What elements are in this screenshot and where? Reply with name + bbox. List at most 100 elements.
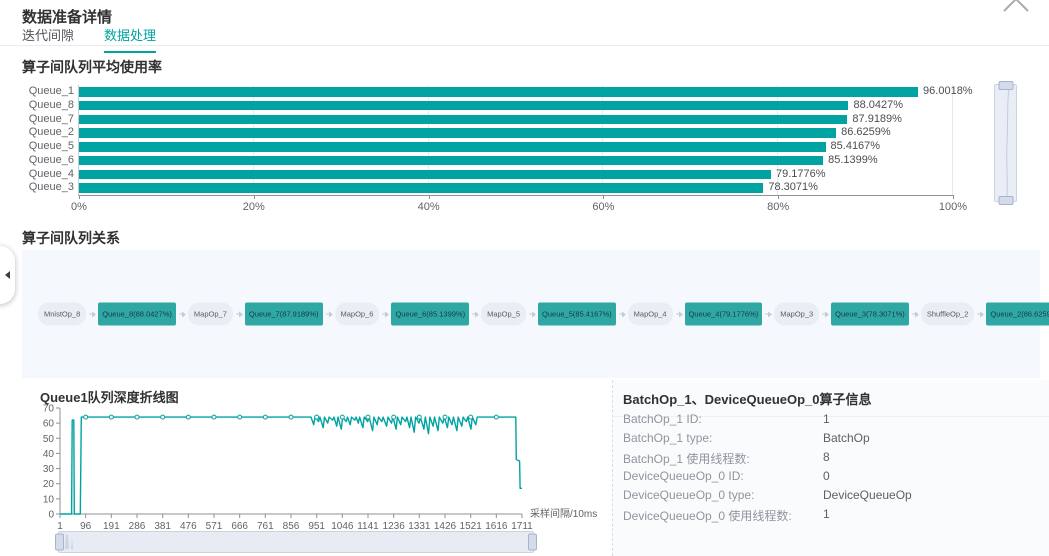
info-value: 1 xyxy=(823,412,830,426)
pipeline-node-mapop_4[interactable]: MapOp_4 xyxy=(628,303,673,326)
zoom-slider-right-handle[interactable] xyxy=(528,534,537,551)
tab-iteration-gap[interactable]: 迭代间隙 xyxy=(22,25,74,53)
flow-arrow-icon xyxy=(912,314,918,315)
queue-depth-line-chart[interactable]: 0102030405060701961912863814765716667618… xyxy=(36,402,621,537)
info-label: DeviceQueueOp_0 type: xyxy=(623,488,754,502)
pipeline-node-mapop_3[interactable]: MapOp_3 xyxy=(774,303,819,326)
bar-value-label: 86.6259% xyxy=(841,126,891,140)
info-value: DeviceQueueOp xyxy=(823,488,912,502)
flow-arrow-icon xyxy=(676,314,682,315)
zoom-slider-top-handle[interactable] xyxy=(998,81,1013,90)
flow-arrow-icon xyxy=(765,314,771,315)
x-axis-tick-label: 20% xyxy=(243,201,265,213)
x-axis-tick xyxy=(953,195,954,199)
bar-value-label: 85.1399% xyxy=(828,154,878,168)
svg-text:60: 60 xyxy=(43,419,55,430)
x-axis-tick-label: 40% xyxy=(418,201,440,213)
x-axis-tick-label: 100% xyxy=(939,201,967,213)
x-axis-tick-label: 80% xyxy=(767,201,789,213)
flow-arrow-icon xyxy=(977,314,983,315)
tab-bar: 迭代间隙 数据处理 xyxy=(22,25,156,53)
info-row: DeviceQueueOp_0 使用线程数: 1 xyxy=(613,507,1049,526)
pipeline-node-mapop_5[interactable]: MapOp_5 xyxy=(481,303,526,326)
queue-usage-bar-chart: Queue_1Queue_8Queue_7Queue_2Queue_5Queue… xyxy=(22,85,952,215)
x-axis-tick xyxy=(429,195,430,199)
usage-bar-queue_7[interactable] xyxy=(79,115,847,125)
operator-info-panel: BatchOp_1、DeviceQueueOp_0算子信息 BatchOp_1 … xyxy=(613,380,1049,556)
bar-value-label: 79.1776% xyxy=(776,168,826,182)
bar-value-label: 85.4167% xyxy=(831,140,881,154)
tab-data-processing[interactable]: 数据处理 xyxy=(104,25,156,53)
pipeline-node-queue_7[interactable]: Queue_7(87.9189%) xyxy=(245,303,323,326)
bar-category-label: Queue_8 xyxy=(22,99,74,113)
pipeline-node-queue_3[interactable]: Queue_3(78.3071%) xyxy=(831,303,909,326)
info-label: BatchOp_1 type: xyxy=(623,431,712,445)
pipeline-node-queue_4[interactable]: Queue_4(79.1776%) xyxy=(685,303,763,326)
tabs-divider xyxy=(0,45,1049,46)
info-label: DeviceQueueOp_0 使用线程数: xyxy=(623,507,792,524)
page-title: 数据准备详情 xyxy=(22,6,112,27)
collapse-panel-handle[interactable] xyxy=(0,246,15,304)
pipeline-node-mnistop_8[interactable]: MnistOp_8 xyxy=(38,303,86,326)
svg-text:30: 30 xyxy=(43,464,55,475)
x-axis-tick-label: 60% xyxy=(592,201,614,213)
bar-category-label: Queue_2 xyxy=(22,126,74,140)
pipeline-node-queue_8[interactable]: Queue_8(88.0427%) xyxy=(98,303,176,326)
info-row: BatchOp_1 type:BatchOp xyxy=(613,431,1049,450)
chevron-up-icon[interactable] xyxy=(1003,0,1029,17)
flow-arrow-icon xyxy=(822,314,828,315)
zoom-slider-left-handle[interactable] xyxy=(55,534,64,551)
x-axis-tick xyxy=(778,195,779,199)
usage-bar-queue_5[interactable] xyxy=(79,142,826,152)
pipeline-node-queue_5[interactable]: Queue_5(85.4167%) xyxy=(538,303,616,326)
info-row: DeviceQueueOp_0 type: DeviceQueueOp xyxy=(613,488,1049,507)
pipeline-graph: MnistOp_8 Queue_8(88.0427%) MapOp_7 Queue_7… xyxy=(38,303,1028,326)
usage-bar-queue_1[interactable] xyxy=(79,87,918,97)
pipeline-node-queue_2[interactable]: Queue_2(86.6259%) xyxy=(986,303,1049,326)
flow-arrow-icon xyxy=(619,314,625,315)
gridline xyxy=(952,85,953,195)
svg-text:50: 50 xyxy=(43,434,55,445)
info-value: 1 xyxy=(823,507,830,521)
bar-plot-area: 96.0018%88.0427%87.9189%86.6259%85.4167%… xyxy=(78,85,953,196)
svg-text:20: 20 xyxy=(43,479,55,490)
info-value: 0 xyxy=(823,469,830,483)
bar-category-label: Queue_5 xyxy=(22,140,74,154)
x-axis-tick-label: 0% xyxy=(71,201,87,213)
usage-bar-queue_4[interactable] xyxy=(79,170,771,180)
info-row: BatchOp_1 ID: 1 xyxy=(613,412,1049,431)
bar-value-label: 87.9189% xyxy=(852,113,902,127)
usage-bar-queue_3[interactable] xyxy=(79,183,763,193)
bar-value-label: 78.3071% xyxy=(768,181,818,195)
svg-text:40: 40 xyxy=(43,449,55,460)
pipeline-panel: MnistOp_8 Queue_8(88.0427%) MapOp_7 Queue_7… xyxy=(22,250,1040,378)
queue-usage-section-title: 算子间队列平均使用率 xyxy=(22,57,162,77)
usage-bar-queue_8[interactable] xyxy=(79,101,848,111)
x-axis-tick xyxy=(603,195,604,199)
zoom-slider-silhouette xyxy=(995,85,1014,199)
bar-value-label: 96.0018% xyxy=(923,85,973,99)
info-value: 8 xyxy=(823,450,830,464)
x-axis-tick xyxy=(254,195,255,199)
depth-chart-zoom-slider[interactable] xyxy=(58,531,534,553)
usage-bar-queue_2[interactable] xyxy=(79,128,836,138)
bar-value-label: 88.0427% xyxy=(853,99,903,113)
info-label: BatchOp_1 ID: xyxy=(623,412,702,426)
flow-arrow-icon xyxy=(236,314,242,315)
flow-arrow-icon xyxy=(89,314,95,315)
queue-relation-section-title: 算子间队列关系 xyxy=(22,228,120,248)
bar-chart-zoom-slider[interactable] xyxy=(994,84,1017,202)
flow-arrow-icon xyxy=(326,314,332,315)
x-axis-tick xyxy=(79,195,80,199)
pipeline-node-queue_6[interactable]: Queue_6(85.1399%) xyxy=(391,303,469,326)
info-label: BatchOp_1 使用线程数: xyxy=(623,450,750,467)
flow-arrow-icon xyxy=(472,314,478,315)
pipeline-node-mapop_6[interactable]: MapOp_6 xyxy=(335,303,380,326)
zoom-slider-bottom-handle[interactable] xyxy=(998,196,1013,205)
svg-text:采样间隔/10ms: 采样间隔/10ms xyxy=(530,507,597,520)
usage-bar-queue_6[interactable] xyxy=(79,156,823,166)
pipeline-node-mapop_7[interactable]: MapOp_7 xyxy=(188,303,233,326)
pipeline-node-shuffleop_2[interactable]: ShuffleOp_2 xyxy=(921,303,975,326)
info-row: DeviceQueueOp_0 ID: 0 xyxy=(613,469,1049,488)
info-label: DeviceQueueOp_0 ID: xyxy=(623,469,744,483)
